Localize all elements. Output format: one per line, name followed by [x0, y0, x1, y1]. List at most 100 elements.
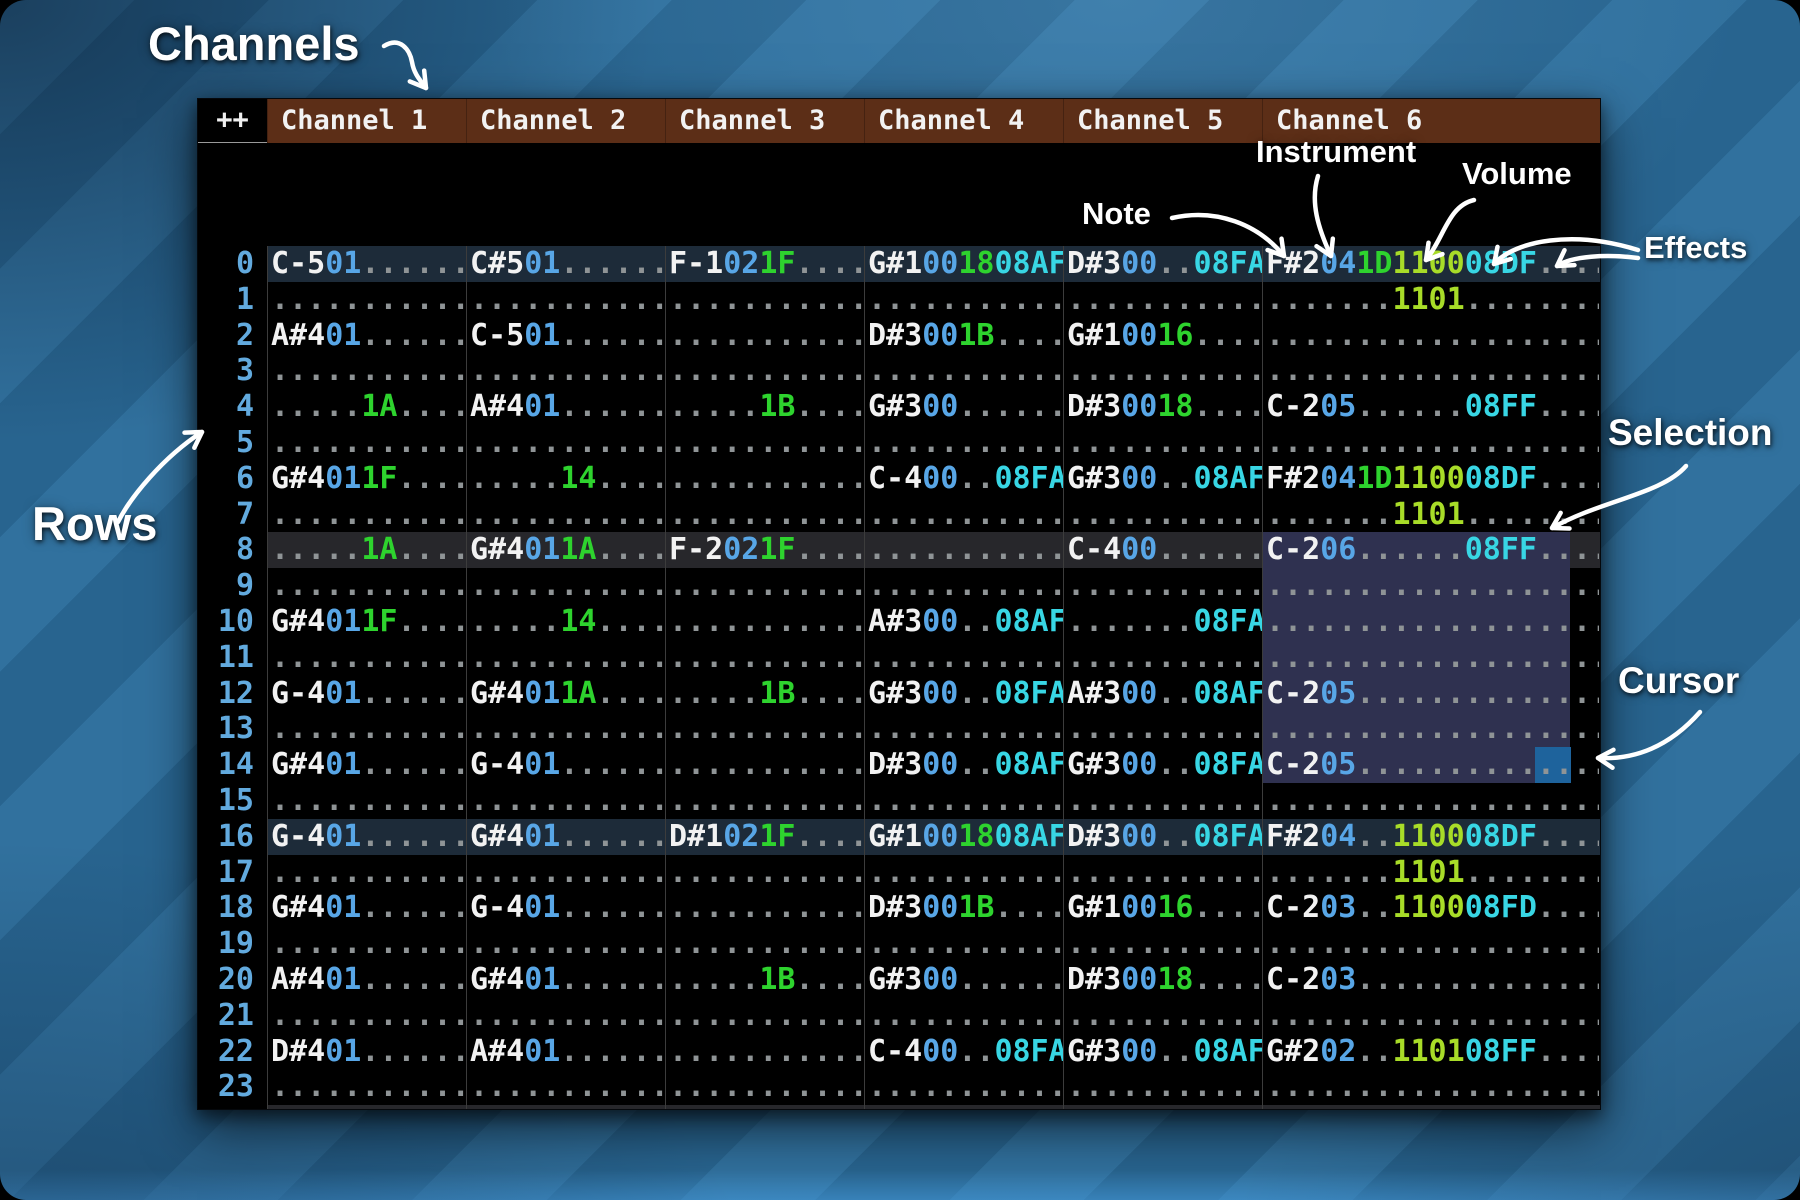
pattern-cell[interactable]: C-206......08FF.... — [1262, 532, 1599, 568]
pattern-cell[interactable]: .....14.... — [466, 461, 665, 497]
pattern-cell[interactable]: C-205.............. — [1262, 747, 1599, 783]
pattern-cell[interactable]: C-400...... — [1063, 532, 1262, 568]
pattern-cell[interactable]: ........... — [466, 711, 665, 747]
pattern-cell[interactable]: G#4011A.... — [466, 532, 665, 568]
pattern-cell[interactable]: A#300..08AF — [1063, 676, 1262, 712]
pattern-cell[interactable]: ................... — [1262, 1069, 1599, 1105]
pattern-cell[interactable]: G#1001808AF — [864, 819, 1063, 855]
pattern-cell[interactable]: ........... — [466, 926, 665, 962]
pattern-cell[interactable]: D#401...... — [267, 1034, 466, 1070]
pattern-cell[interactable]: F#2041D110008DF.... — [1262, 461, 1599, 497]
pattern-cell[interactable]: D#300..08FA — [1063, 246, 1262, 282]
pattern-cell[interactable]: C-203.............. — [1262, 962, 1599, 998]
pattern-cell[interactable]: G#300..08AF — [1063, 1034, 1262, 1070]
pattern-cell[interactable]: ........... — [1063, 568, 1262, 604]
pattern-cell[interactable]: ........... — [267, 568, 466, 604]
pattern-cell[interactable]: G#4011F.... — [267, 461, 466, 497]
pattern-cell[interactable]: ........... — [864, 532, 1063, 568]
pattern-cell[interactable]: D#401...... — [466, 1105, 665, 1110]
pattern-cell[interactable]: G#4011F.... — [267, 604, 466, 640]
pattern-cell[interactable]: D#30018.... — [1063, 962, 1262, 998]
pattern-cell[interactable]: G#4011A.... — [466, 676, 665, 712]
pattern-cell[interactable]: G#300..08AF — [1063, 461, 1262, 497]
pattern-cell[interactable]: ........... — [267, 926, 466, 962]
pattern-cell[interactable]: C-400..08FA — [864, 461, 1063, 497]
pattern-cell[interactable]: .....1A.... — [267, 389, 466, 425]
pattern-cell[interactable]: ........... — [466, 783, 665, 819]
pattern-cell[interactable]: G#1001808AF — [864, 246, 1063, 282]
pattern-cell[interactable]: A#401...... — [267, 318, 466, 354]
pattern-cell[interactable]: D#2021F.... — [665, 1105, 864, 1110]
pattern-cell[interactable]: ........... — [864, 926, 1063, 962]
pattern-cell[interactable]: ........... — [665, 461, 864, 497]
pattern-cell[interactable]: G-401...... — [267, 676, 466, 712]
pattern-cell[interactable]: F#2041D110008DF.... — [1262, 246, 1599, 282]
pattern-cell[interactable]: D#300..08AF — [864, 747, 1063, 783]
pattern-cell[interactable]: ........... — [267, 783, 466, 819]
pattern-cell[interactable]: ........... — [1063, 497, 1262, 533]
pattern-cell[interactable]: ........... — [267, 282, 466, 318]
pattern-cell[interactable]: ........... — [267, 425, 466, 461]
pattern-cell[interactable]: ........... — [665, 747, 864, 783]
pattern-cell[interactable]: G#300..08FA — [1063, 747, 1262, 783]
pattern-cell[interactable]: G#401...... — [267, 747, 466, 783]
pattern-cell[interactable]: C-302..110008FD.... — [1262, 1105, 1599, 1110]
pattern-cell[interactable]: ........... — [665, 318, 864, 354]
pattern-cell[interactable]: ........... — [267, 855, 466, 891]
pattern-cell[interactable]: .....1B.... — [665, 962, 864, 998]
pattern-cell[interactable]: A#401...... — [466, 1034, 665, 1070]
pattern-cell[interactable]: ........... — [466, 353, 665, 389]
pattern-cell[interactable]: ........... — [1063, 353, 1262, 389]
pattern-cell[interactable]: ................... — [1262, 568, 1599, 604]
pattern-cell[interactable]: ........... — [864, 855, 1063, 891]
pattern-cell[interactable]: ................... — [1262, 711, 1599, 747]
pattern-cell[interactable]: ........... — [665, 282, 864, 318]
pattern-cell[interactable]: ........... — [1063, 998, 1262, 1034]
pattern-cell[interactable]: G#401...... — [466, 819, 665, 855]
pattern-cell[interactable]: ........... — [267, 998, 466, 1034]
pattern-cell[interactable]: ........... — [466, 425, 665, 461]
pattern-cell[interactable]: ........... — [1063, 926, 1262, 962]
pattern-cell[interactable]: ........... — [466, 497, 665, 533]
pattern-cell[interactable]: ........... — [665, 711, 864, 747]
pattern-cell[interactable]: G#401...... — [466, 962, 665, 998]
pattern-cell[interactable]: ........... — [1063, 783, 1262, 819]
pattern-cell[interactable]: .......1101........ — [1262, 497, 1599, 533]
pattern-cell[interactable]: ........... — [864, 1105, 1063, 1110]
pattern-cell[interactable]: ........... — [466, 282, 665, 318]
pattern-cell[interactable]: G-401...... — [466, 747, 665, 783]
pattern-cell[interactable]: F#204..110008DF.... — [1262, 819, 1599, 855]
pattern-cell[interactable]: ........... — [864, 783, 1063, 819]
pattern-cell[interactable]: ................... — [1262, 425, 1599, 461]
pattern-cell[interactable]: C-203..110008FD.... — [1262, 890, 1599, 926]
pattern-cell[interactable]: ........... — [665, 353, 864, 389]
pattern-cell[interactable]: ........... — [864, 1069, 1063, 1105]
pattern-cell[interactable]: C-400..08FA — [864, 1034, 1063, 1070]
pattern-cell[interactable]: ........... — [864, 425, 1063, 461]
pattern-cell[interactable]: A#401...... — [267, 962, 466, 998]
pattern-cell[interactable]: ........... — [466, 568, 665, 604]
pattern-cell[interactable]: ........... — [466, 855, 665, 891]
pattern-cell[interactable]: C-205.............. — [1262, 676, 1599, 712]
pattern-cell[interactable]: D#3001B.... — [864, 318, 1063, 354]
pattern-cell[interactable]: ........... — [665, 855, 864, 891]
pattern-cell[interactable]: ........... — [665, 425, 864, 461]
pattern-cell[interactable]: D#1021F.... — [665, 819, 864, 855]
pattern-cell[interactable]: ........... — [665, 497, 864, 533]
pattern-cell[interactable]: ........... — [665, 1069, 864, 1105]
pattern-cell[interactable]: .....1A.... — [267, 532, 466, 568]
pattern-cell[interactable]: ........... — [1063, 1069, 1262, 1105]
pattern-cell[interactable]: A#401...... — [466, 389, 665, 425]
pattern-cell[interactable]: G#300...... — [864, 962, 1063, 998]
pattern-cell[interactable]: ........... — [864, 711, 1063, 747]
pattern-cell[interactable]: .......1101........ — [1262, 282, 1599, 318]
pattern-cell[interactable]: ........... — [267, 711, 466, 747]
pattern-cell[interactable]: ........... — [1063, 282, 1262, 318]
pattern-cell[interactable]: ........... — [466, 998, 665, 1034]
pattern-cell[interactable]: G#202..110108FF.... — [1262, 1034, 1599, 1070]
pattern-cell[interactable]: G-401...... — [466, 890, 665, 926]
pattern-cell[interactable]: ........... — [864, 353, 1063, 389]
pattern-cell[interactable]: .......08FA — [1063, 604, 1262, 640]
pattern-cell[interactable]: ........... — [1063, 640, 1262, 676]
pattern-cell[interactable]: ........... — [864, 282, 1063, 318]
